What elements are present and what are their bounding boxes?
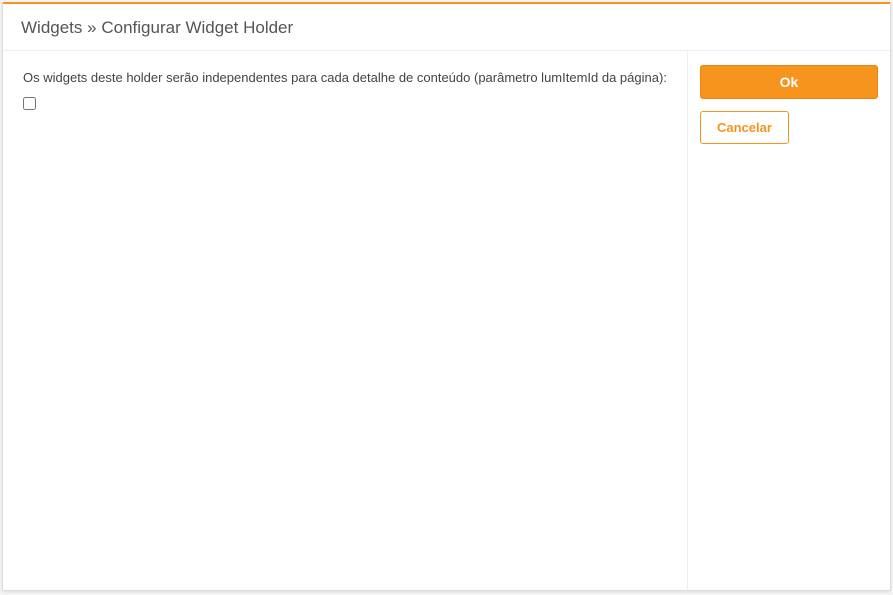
dialog-body: Os widgets deste holder serão independen… bbox=[3, 51, 890, 590]
breadcrumb-separator: » bbox=[87, 18, 96, 37]
independent-widgets-field: Os widgets deste holder serão independen… bbox=[23, 69, 667, 110]
ok-button[interactable]: Ok bbox=[700, 65, 878, 99]
dialog-header: Widgets » Configurar Widget Holder bbox=[3, 4, 890, 51]
independent-widgets-checkbox[interactable] bbox=[23, 97, 36, 110]
breadcrumb: Widgets » Configurar Widget Holder bbox=[21, 18, 872, 38]
configure-widget-holder-dialog: Widgets » Configurar Widget Holder Os wi… bbox=[2, 2, 891, 591]
breadcrumb-current: Configurar Widget Holder bbox=[101, 18, 293, 37]
independent-widgets-label: Os widgets deste holder serão independen… bbox=[23, 69, 667, 87]
main-panel: Os widgets deste holder serão independen… bbox=[3, 51, 688, 590]
breadcrumb-root: Widgets bbox=[21, 18, 82, 37]
cancel-button[interactable]: Cancelar bbox=[700, 111, 789, 144]
side-panel: Ok Cancelar bbox=[688, 51, 890, 590]
